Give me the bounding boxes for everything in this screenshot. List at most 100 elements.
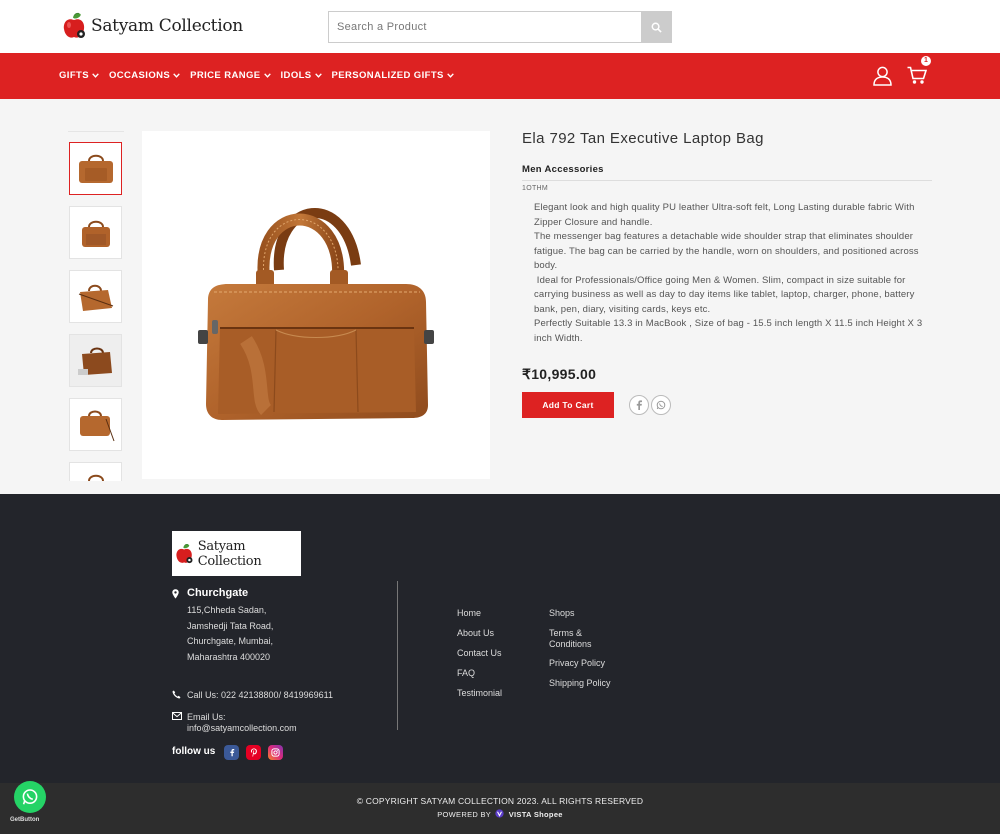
follow-us-label: follow us <box>172 746 216 757</box>
description-paragraph: The messenger bag features a detachable … <box>534 231 919 271</box>
nav-label: IDOLS <box>280 70 312 81</box>
getbutton-label: GetButton <box>10 817 40 823</box>
bottom-bar: © COPYRIGHT SATYAM COLLECTION 2023. ALL … <box>0 783 1000 834</box>
instagram-icon <box>271 748 280 757</box>
product-title: Ela 792 Tan Executive Laptop Bag <box>522 130 764 147</box>
terms-line-2: Conditions <box>549 638 592 649</box>
address-title: Churchgate <box>187 587 249 599</box>
phone-text: Call Us: 022 42138800/ 8419969611 <box>187 690 333 700</box>
cart-icon[interactable] <box>907 66 928 90</box>
footer-phone[interactable]: Call Us: 022 42138800/ 8419969611 <box>172 690 333 701</box>
address-lines: 115,Chheda Sadan, Jamshedji Tata Road, C… <box>187 603 273 665</box>
product-main-image[interactable] <box>142 131 490 479</box>
footer-link-about-us[interactable]: About Us <box>457 628 502 648</box>
product-price: ₹10,995.00 <box>522 366 597 382</box>
footer-logo-text: Satyam Collection <box>197 538 262 569</box>
thumbnail-strip[interactable] <box>68 131 124 481</box>
search-icon <box>651 22 662 33</box>
thumbnail-4[interactable] <box>69 334 122 387</box>
footer-link-privacy-policy[interactable]: Privacy Policy <box>549 658 611 678</box>
pinterest-social-button[interactable] <box>246 745 261 760</box>
logo-text: Satyam Collection <box>91 16 243 36</box>
address-line: Churchgate, Mumbai, <box>187 636 274 646</box>
email-label: Email Us: <box>187 712 226 722</box>
envelope-icon <box>172 712 182 720</box>
footer-links-col2: Shops Terms & Conditions Privacy Policy … <box>549 608 611 698</box>
product-description: Elegant look and high quality PU leather… <box>534 201 932 346</box>
thumbnail-3[interactable] <box>69 270 122 323</box>
thumbnail-2[interactable] <box>69 206 122 259</box>
thumbnail-1[interactable] <box>69 142 122 195</box>
laptop-bag-image <box>198 208 434 420</box>
phone-icon <box>172 690 181 699</box>
facebook-icon <box>229 749 234 757</box>
whatsapp-float-button[interactable] <box>14 781 46 813</box>
footer-links-col1: Home About Us Contact Us FAQ Testimonial <box>457 608 502 708</box>
nav-label: PRICE RANGE <box>190 70 261 81</box>
product-sku: 1OTHM <box>522 185 548 192</box>
cart-count-badge: 1 <box>921 56 931 66</box>
thumbnail-6[interactable] <box>69 462 122 481</box>
powered-by-brand: VISTA Shopee <box>508 810 563 819</box>
description-paragraph: Ideal for Professionals/Office going Men… <box>534 274 918 315</box>
footer-link-home[interactable]: Home <box>457 608 502 628</box>
chevron-down-icon <box>314 73 322 78</box>
footer-link-contact-us[interactable]: Contact Us <box>457 648 502 668</box>
nav-idols[interactable]: IDOLS <box>281 70 322 81</box>
add-to-cart-button[interactable]: Add To Cart <box>522 392 614 418</box>
location-pin-icon <box>172 589 179 599</box>
whatsapp-icon <box>656 400 666 410</box>
footer-link-testimonial[interactable]: Testimonial <box>457 688 502 708</box>
facebook-icon <box>636 400 642 410</box>
thumbnail-5[interactable] <box>69 398 122 451</box>
apple-logo-icon <box>62 12 88 40</box>
share-whatsapp-button[interactable] <box>651 395 671 415</box>
main-nav-bar: GIFTS OCCASIONS PRICE RANGE IDOLS PERSON… <box>0 53 1000 99</box>
powered-by[interactable]: POWERED BY VISTA Shopee <box>0 809 1000 819</box>
search-input[interactable] <box>328 11 641 43</box>
chevron-down-icon <box>92 73 99 78</box>
email-text: Email Us: info@satyamcollection.com <box>187 712 297 734</box>
facebook-social-button[interactable] <box>224 745 239 760</box>
email-address: info@satyamcollection.com <box>187 723 297 733</box>
footer-link-shipping-policy[interactable]: Shipping Policy <box>549 678 611 698</box>
copyright-text: © COPYRIGHT SATYAM COLLECTION 2023. ALL … <box>356 796 644 806</box>
nav-occasions[interactable]: OCCASIONS <box>109 70 180 81</box>
whatsapp-icon <box>22 789 38 805</box>
chevron-down-icon <box>173 73 180 78</box>
nav-label: GIFTS <box>59 70 89 81</box>
main-nav: GIFTS OCCASIONS PRICE RANGE IDOLS PERSON… <box>59 70 464 81</box>
user-account-icon[interactable] <box>873 66 892 91</box>
product-info: Ela 792 Tan Executive Laptop Bag Men Acc… <box>522 130 932 418</box>
top-header: Satyam Collection <box>0 0 1000 53</box>
address-line: Maharashtra 400020 <box>187 651 271 662</box>
nav-label: OCCASIONS <box>108 70 171 81</box>
footer-link-shops[interactable]: Shops <box>549 608 611 628</box>
apple-logo-icon <box>176 543 193 563</box>
terms-line-1: Terms & <box>549 628 583 638</box>
footer-link-terms[interactable]: Terms & Conditions <box>549 628 611 658</box>
address-line: Jamshedji Tata Road, <box>187 620 274 631</box>
footer-divider <box>397 581 398 730</box>
powered-by-label: POWERED BY <box>437 810 491 819</box>
chevron-down-icon <box>446 73 454 78</box>
product-category[interactable]: Men Accessories <box>522 164 604 175</box>
footer: Satyam Collection Churchgate 115,Chheda … <box>0 494 1000 783</box>
nav-price-range[interactable]: PRICE RANGE <box>190 70 271 81</box>
site-logo[interactable]: Satyam Collection <box>62 12 243 40</box>
footer-link-faq[interactable]: FAQ <box>457 668 502 688</box>
nav-gifts[interactable]: GIFTS <box>59 70 99 81</box>
instagram-social-button[interactable] <box>268 745 283 760</box>
pinterest-icon <box>250 748 257 757</box>
footer-logo[interactable]: Satyam Collection <box>172 531 301 576</box>
footer-email[interactable]: Email Us: info@satyamcollection.com <box>172 712 297 733</box>
nav-personalized-gifts[interactable]: PERSONALIZED GIFTS <box>332 70 454 81</box>
vista-logo-icon <box>495 809 504 818</box>
description-paragraph: Elegant look and high quality PU leather… <box>534 202 915 228</box>
search-button[interactable] <box>641 11 672 43</box>
description-paragraph: Perfectly Suitable 13.3 in MacBook , Siz… <box>534 318 923 344</box>
nav-label: PERSONALIZED GIFTS <box>331 70 444 81</box>
chevron-down-icon <box>263 73 271 78</box>
divider <box>522 180 932 181</box>
share-facebook-button[interactable] <box>629 395 649 415</box>
